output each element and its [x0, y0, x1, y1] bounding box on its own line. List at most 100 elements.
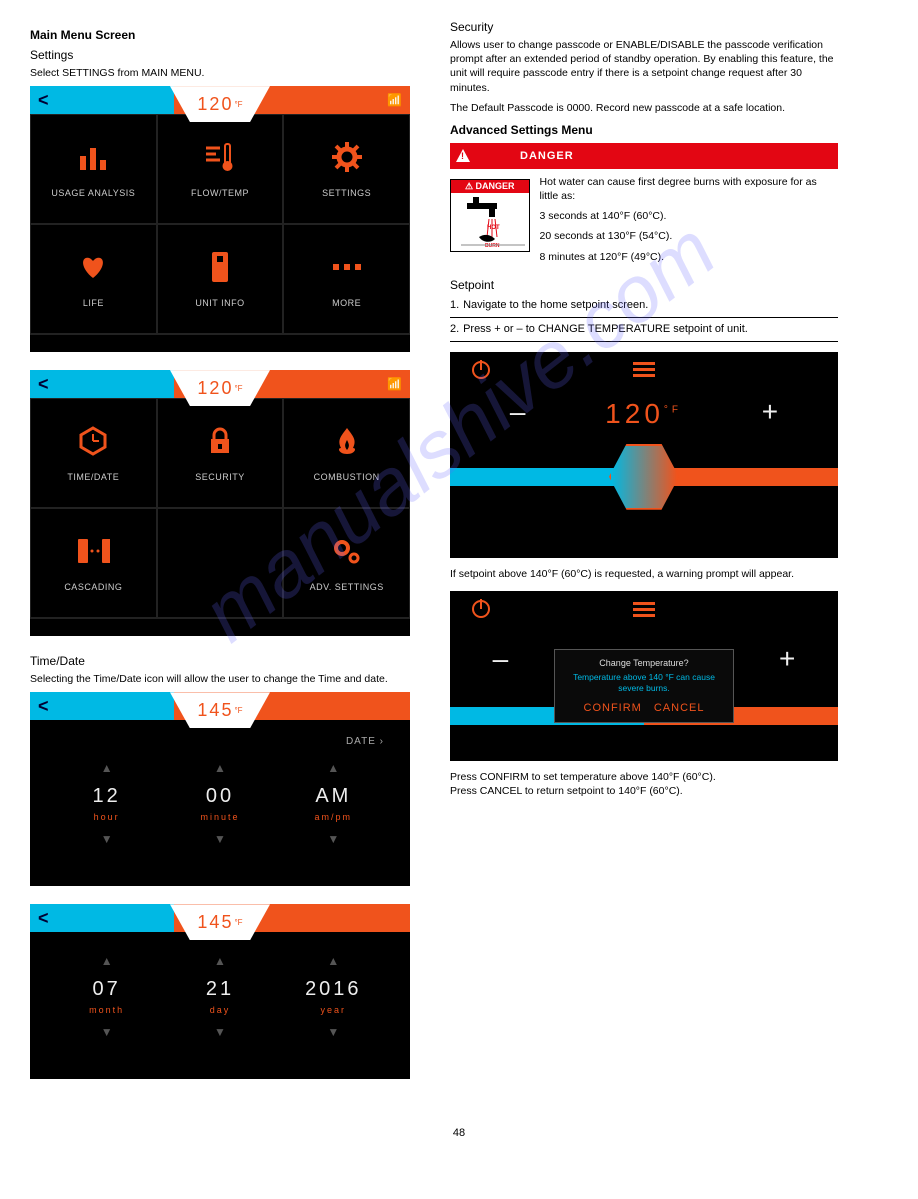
timedate-subhead: Time/Date — [30, 654, 410, 668]
down-arrow-icon[interactable]: ▼ — [62, 832, 152, 846]
minus-button[interactable]: – — [493, 643, 509, 675]
menu-flow-temp[interactable]: FLOW/TEMP — [157, 114, 284, 224]
cancel-button[interactable]: CANCEL — [654, 702, 705, 714]
menu-life[interactable]: LIFE — [30, 224, 157, 334]
security-text2: The Default Passcode is 0000. Record new… — [450, 101, 838, 115]
power-icon[interactable] — [472, 361, 490, 379]
plus-button[interactable]: + — [762, 396, 778, 428]
down-arrow-icon[interactable]: ▼ — [175, 1025, 265, 1039]
menu-unit-info[interactable]: UNIT INFO — [157, 224, 284, 334]
minus-button[interactable]: – — [510, 396, 526, 428]
day-label: day — [175, 1005, 265, 1015]
menu-cascading[interactable]: CASCADING — [30, 508, 157, 618]
page-number: 48 — [30, 1127, 888, 1139]
menu-label: MORE — [332, 298, 361, 308]
exposure-2: 20 seconds at 130°F (54°C). — [540, 229, 838, 243]
day-value: 21 — [175, 978, 265, 1001]
exposure-1: 3 seconds at 140°F (60°C). — [540, 209, 838, 223]
date-link[interactable]: DATE › — [50, 732, 390, 751]
down-arrow-icon[interactable]: ▼ — [175, 832, 265, 846]
danger-sign-body: HOT BURN — [451, 193, 529, 251]
back-area[interactable]: < — [30, 904, 174, 932]
menu-label: CASCADING — [64, 582, 122, 592]
back-icon: < — [38, 90, 49, 111]
topbar-temp: 145 — [197, 700, 233, 721]
minute-label: minute — [175, 812, 265, 822]
down-arrow-icon[interactable]: ▼ — [62, 1025, 152, 1039]
menu-time-date[interactable]: TIME/DATE — [30, 398, 157, 508]
danger-label: DANGER — [520, 150, 574, 162]
settings-desc: Select SETTINGS from MAIN MENU. — [30, 66, 410, 80]
danger-sign: ⚠ DANGER HOT BURN — [450, 179, 530, 252]
setpoint-temp: 120°F — [605, 398, 682, 430]
exposure-3: 8 minutes at 120°F (49°C). — [540, 250, 838, 264]
danger-text: Hot water can cause first degree burns w… — [540, 175, 838, 203]
heart-icon — [76, 250, 110, 284]
up-arrow-icon[interactable]: ▲ — [62, 761, 152, 775]
down-arrow-icon[interactable]: ▼ — [288, 832, 378, 846]
menu-more[interactable]: MORE — [283, 224, 410, 334]
power-icon[interactable] — [472, 600, 490, 618]
up-arrow-icon[interactable]: ▲ — [288, 954, 378, 968]
year-label: year — [288, 1005, 378, 1015]
menu-label: FLOW/TEMP — [191, 188, 249, 198]
topbar: < 145°F — [30, 904, 410, 932]
up-arrow-icon[interactable]: ▲ — [62, 954, 152, 968]
timedate-desc: Selecting the Time/Date icon will allow … — [30, 672, 410, 686]
back-area[interactable]: < — [30, 86, 174, 114]
plus-button[interactable]: + — [779, 643, 795, 675]
back-icon: < — [38, 696, 49, 717]
confirm-button[interactable]: CONFIRM — [584, 702, 642, 714]
down-arrow-icon[interactable]: ▼ — [288, 1025, 378, 1039]
topbar: < 120°F 📶 — [30, 86, 410, 114]
confirm-panel: – + Change Temperature? Temperature abov… — [450, 591, 838, 761]
topbar-temp: 145 — [197, 912, 233, 933]
hour-value: 12 — [62, 785, 152, 808]
menu-label: USAGE ANALYSIS — [51, 188, 135, 198]
month-value: 07 — [62, 978, 152, 1001]
setpoint-subhead: Setpoint — [450, 278, 838, 292]
topbar-unit: °F — [234, 100, 242, 109]
menu-settings[interactable]: SETTINGS — [283, 114, 410, 224]
back-area[interactable]: < — [30, 692, 174, 720]
back-icon: < — [38, 908, 49, 929]
bars-icon — [76, 140, 110, 174]
hamburger-icon[interactable] — [633, 362, 655, 377]
topbar-unit: °F — [234, 918, 242, 927]
left-column: Main Menu Screen Settings Select SETTING… — [30, 20, 410, 1097]
panel-footer — [30, 618, 410, 636]
menu-label: COMBUSTION — [314, 472, 380, 482]
cancel-note: Press CANCEL to return setpoint to 140°F… — [450, 785, 838, 799]
panel-footer — [30, 334, 410, 352]
topbar-unit: °F — [234, 384, 242, 393]
menu-security[interactable]: SECURITY — [157, 398, 284, 508]
hamburger-icon[interactable] — [633, 602, 655, 617]
danger-bar: DANGER — [450, 143, 838, 169]
topbar-temp: 120 — [197, 94, 233, 115]
menu-label: SETTINGS — [322, 188, 371, 198]
security-subhead: Security — [450, 20, 838, 34]
instruction-2: 2. Press + or – to CHANGE TEMPERATURE se… — [450, 320, 838, 342]
confirm-popup: Change Temperature? Temperature above 14… — [554, 649, 734, 723]
up-arrow-icon[interactable]: ▲ — [175, 761, 265, 775]
cascade-icon — [76, 534, 110, 568]
menu-adv-settings[interactable]: ADV. SETTINGS — [283, 508, 410, 618]
back-area[interactable]: < — [30, 370, 174, 398]
up-arrow-icon[interactable]: ▲ — [175, 954, 265, 968]
danger-sign-top: ⚠ DANGER — [451, 180, 529, 193]
main-menu-panel: < 120°F 📶 USAGE ANALYSIS FLOW/TEMP SETTI… — [30, 86, 410, 352]
month-label: month — [62, 1005, 152, 1015]
popup-question: Change Temperature? — [563, 658, 725, 668]
right-column: Security Allows user to change passcode … — [450, 20, 838, 1097]
popup-warning: Temperature above 140 °F can cause sever… — [563, 672, 725, 694]
menu-label: UNIT INFO — [195, 298, 244, 308]
up-arrow-icon[interactable]: ▲ — [288, 761, 378, 775]
menu-combustion[interactable]: COMBUSTION — [283, 398, 410, 508]
back-icon: < — [38, 374, 49, 395]
adv-settings-header: Advanced Settings Menu — [450, 123, 838, 137]
lock-icon — [203, 424, 237, 458]
clock-hex-icon — [76, 424, 110, 458]
confirm-note: Press CONFIRM to set temperature above 1… — [450, 771, 838, 785]
menu-usage-analysis[interactable]: USAGE ANALYSIS — [30, 114, 157, 224]
gear-icon — [330, 140, 364, 174]
